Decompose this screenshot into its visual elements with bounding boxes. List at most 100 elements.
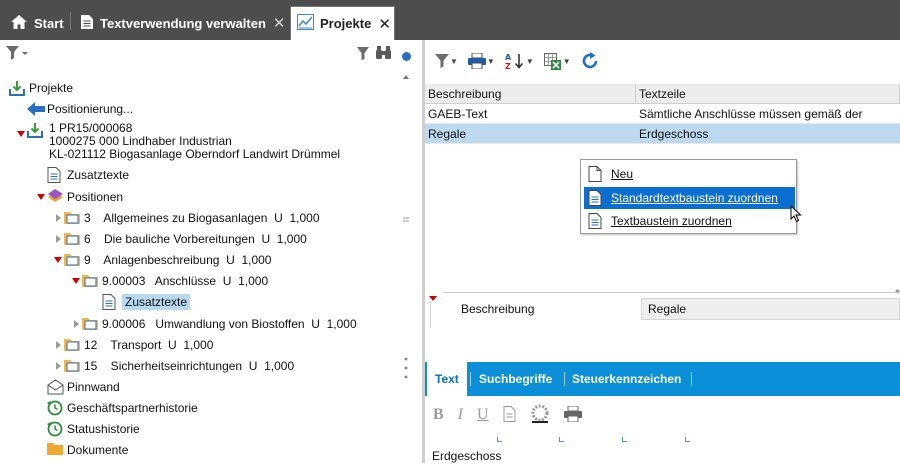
tab-steuerkennzeichen[interactable]: Steuerkennzeichen — [572, 362, 681, 396]
new-document-icon — [588, 166, 604, 182]
menu-item-textbaustein-zuordnen[interactable]: Textbaustein zuordnen — [584, 210, 795, 232]
tab-projekte[interactable]: Projekte ✕ — [290, 6, 395, 40]
refresh-icon — [582, 52, 597, 69]
arrow-left-icon — [27, 101, 45, 117]
document-icon — [588, 190, 604, 206]
svg-text:A: A — [505, 53, 512, 62]
history-icon — [47, 421, 63, 437]
expand-arrow-icon[interactable] — [37, 194, 45, 200]
tree-node-position[interactable]: 9.00006 Umwandlung von Biostoffen U 1,00… — [74, 314, 357, 334]
printer-icon[interactable] — [563, 405, 582, 425]
folder-icon — [64, 210, 80, 226]
tree-toolbar — [0, 40, 422, 68]
italic-button[interactable]: I — [458, 406, 463, 424]
status-dot-icon — [402, 50, 411, 64]
document-icon — [102, 294, 118, 310]
project-tree-panel: Projekte Positionierung... 1 PR15/000068… — [0, 40, 422, 463]
beschreibung-label: Beschreibung — [461, 302, 535, 316]
table-row-selected[interactable]: Regale Erdgeschoss — [425, 124, 900, 144]
tree-node-position[interactable]: 9.00003 Anschlüsse U 1,000 — [72, 271, 268, 291]
tree-node-position[interactable]: 15 Sicherheitseinrichtungen U 1,000 — [56, 356, 294, 376]
text-tab-bar: Text Suchbegriffe Steuerkennzeichen — [425, 362, 900, 396]
collapse-arrow-icon[interactable] — [56, 362, 61, 370]
folder-icon — [64, 358, 80, 374]
tree-node-geschaeftspartnerhistorie[interactable]: Geschäftspartnerhistorie — [47, 398, 198, 418]
history-icon — [47, 400, 63, 416]
detail-panel: ▼ ▼ A Z ▼ ▼ Beschreibung Textzeile GAEB-Te… — [425, 40, 900, 463]
sort-az-icon: AZ — [505, 53, 523, 70]
table-row[interactable]: GAEB-Text Sämtliche Anschlüsse müssen ge… — [425, 104, 900, 124]
tab-textverwendung[interactable]: Textverwendung verwalten ✕ — [74, 6, 292, 40]
menu-item-neu[interactable]: Neu — [584, 163, 795, 185]
tree-node-positionen[interactable]: Positionen — [37, 187, 123, 207]
expand-arrow-icon[interactable] — [54, 257, 62, 263]
ruler — [425, 437, 900, 445]
context-menu: Neu Standardtextbaustein zuordnen Textba… — [580, 159, 797, 234]
close-icon[interactable]: ✕ — [273, 14, 286, 32]
excel-export-icon — [543, 52, 561, 70]
tree-node-position[interactable]: 9 Anlagenbeschreibung U 1,000 — [54, 250, 271, 270]
detail-form: Beschreibung Regale — [425, 290, 900, 328]
text-editor[interactable]: Erdgeschoss — [432, 449, 501, 463]
collapse-arrow-icon[interactable] — [74, 320, 79, 328]
document-icon — [588, 213, 604, 229]
tab-separator — [564, 372, 565, 386]
tree-node-projekte[interactable]: Projekte — [9, 78, 73, 98]
bold-button[interactable]: B — [433, 406, 444, 424]
close-icon[interactable]: ✕ — [378, 15, 391, 33]
export-excel-dropdown-button[interactable]: ▼ — [543, 52, 571, 70]
filter-dropdown-icon[interactable] — [6, 46, 28, 63]
collapse-arrow-icon[interactable] — [56, 214, 61, 222]
tree-node-position[interactable]: 12 Transport U 1,000 — [56, 335, 213, 355]
sort-dropdown-button[interactable]: A Z ▼ — [505, 53, 534, 70]
tab-suchbegriffe[interactable]: Suchbegriffe — [479, 362, 552, 396]
table-cell: Erdgeschoss — [639, 126, 709, 141]
home-icon — [10, 14, 28, 33]
tree-node-zusatztexte-selected[interactable]: Zusatztexte — [102, 292, 191, 312]
refresh-button[interactable] — [581, 52, 599, 70]
tree-node-positionierung[interactable]: Positionierung... — [27, 99, 133, 119]
divider — [443, 292, 900, 293]
chart-icon — [297, 14, 314, 33]
filter-dropdown-button[interactable]: ▼ — [435, 54, 458, 68]
folder-icon — [82, 316, 98, 332]
table-cell: Regale — [428, 126, 467, 141]
tree-scrollbar[interactable] — [401, 72, 413, 462]
color-wheel-icon[interactable] — [530, 404, 550, 427]
divider — [430, 302, 431, 328]
tree-node-position[interactable]: 6 Die bauliche Vorbereitungen U 1,000 — [56, 229, 307, 249]
document-icon — [47, 167, 63, 183]
tree-node-project[interactable]: 1 PR15/000068 1000275 000 Lindhaber Indu… — [49, 122, 340, 161]
tab-start[interactable]: Start — [4, 6, 70, 40]
expand-arrow-icon[interactable] — [72, 278, 80, 284]
tree-node-position[interactable]: 3 Allgemeines zu Biogasanlagen U 1,000 — [56, 208, 320, 228]
printer-icon — [467, 53, 486, 69]
svg-text:Z: Z — [505, 62, 511, 70]
column-header-textzeile[interactable]: Textzeile — [636, 84, 900, 103]
expand-arrow-icon[interactable] — [17, 126, 27, 140]
table-cell: Sämtliche Anschlüsse müssen gemäß der — [639, 106, 863, 121]
beschreibung-field[interactable]: Regale — [641, 298, 900, 320]
paste-text-icon[interactable] — [503, 405, 516, 425]
collapse-arrow-icon[interactable] — [56, 341, 61, 349]
tree-node-dokumente[interactable]: Dokumente — [47, 440, 128, 460]
filter-icon[interactable] — [357, 47, 369, 63]
binoculars-icon[interactable] — [376, 46, 391, 63]
tree-node-zusatztexte[interactable]: Zusatztexte — [47, 165, 129, 185]
menu-item-standardtextbaustein-zuordnen[interactable]: Standardtextbaustein zuordnen — [584, 187, 795, 209]
filter-icon — [435, 54, 449, 68]
folder-icon — [64, 337, 80, 353]
table-cell: GAEB-Text — [428, 106, 488, 121]
grid-toolbar: ▼ ▼ A Z ▼ ▼ — [425, 48, 599, 74]
print-dropdown-button[interactable]: ▼ — [467, 53, 495, 69]
tab-text[interactable]: Text — [427, 362, 467, 396]
tree-node-statushistorie[interactable]: Statushistorie — [47, 419, 140, 439]
underline-button[interactable]: U — [477, 406, 489, 424]
tab-separator — [691, 372, 692, 386]
folder-icon — [64, 231, 80, 247]
collapse-arrow-icon[interactable] — [56, 235, 61, 243]
folder-icon — [64, 252, 80, 268]
tree-node-pinnwand[interactable]: Pinnwand — [47, 377, 120, 397]
required-marker-icon — [429, 296, 437, 301]
column-header-beschreibung[interactable]: Beschreibung — [425, 84, 636, 103]
